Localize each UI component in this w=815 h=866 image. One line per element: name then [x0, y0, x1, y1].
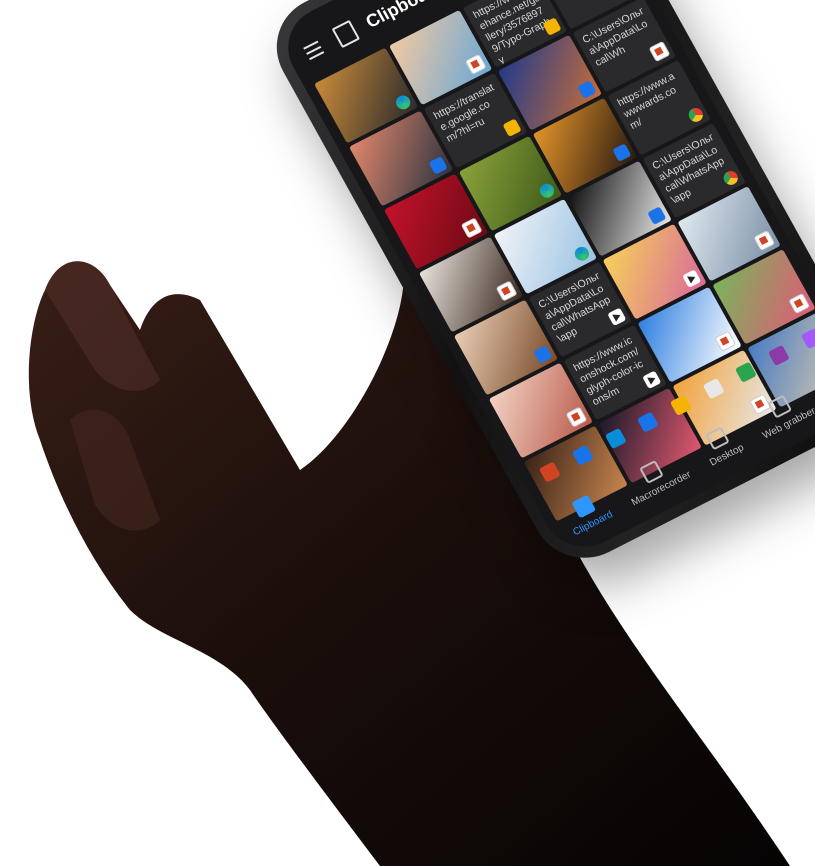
- chrome-icon[interactable]: [735, 361, 758, 383]
- ppt-icon: [565, 406, 588, 428]
- mail-icon: [611, 143, 632, 163]
- mail-icon: [428, 156, 448, 175]
- hamburger-icon[interactable]: [303, 40, 326, 61]
- chrome-icon: [686, 105, 706, 125]
- grid-icon: [705, 426, 730, 451]
- play-icon: [642, 370, 662, 390]
- edge-icon: [537, 181, 557, 201]
- play-icon: [607, 307, 627, 327]
- tab-web-grabber[interactable]: Web grabber: [750, 386, 815, 442]
- folder-icon[interactable]: [669, 394, 692, 417]
- store-icon[interactable]: [702, 378, 725, 400]
- clipboard-icon: [331, 19, 361, 49]
- mail-icon: [576, 80, 597, 100]
- mail-icon[interactable]: [571, 444, 594, 466]
- chrome-icon: [721, 168, 741, 188]
- folder-icon: [502, 118, 522, 138]
- stage: Clipboard ⋮ https://www.behance.net/gall…: [0, 0, 815, 866]
- edge-icon: [572, 244, 592, 264]
- ppt-icon: [788, 292, 811, 315]
- tab-desktop[interactable]: Desktop: [697, 422, 746, 469]
- ppt-icon: [713, 330, 736, 353]
- ppt-icon: [648, 40, 671, 63]
- edge-icon[interactable]: [604, 428, 627, 450]
- ppt-icon: [464, 53, 487, 75]
- edge-icon: [393, 93, 413, 112]
- figma-icon[interactable]: [800, 328, 815, 350]
- mail-icon: [532, 345, 553, 364]
- video-icon[interactable]: [767, 344, 790, 367]
- tab-clipboard[interactable]: Clipboard: [560, 489, 615, 538]
- mail-icon[interactable]: [637, 411, 660, 433]
- monitor-play-icon: [639, 459, 665, 484]
- powerpoint-icon[interactable]: [539, 461, 562, 483]
- ppt-icon: [495, 280, 518, 302]
- clipboard-icon: [571, 494, 596, 519]
- tab-macrorecorder[interactable]: Macrorecorder: [619, 449, 693, 508]
- ppt-icon: [753, 229, 776, 252]
- play-icon: [681, 269, 701, 289]
- ppt-icon: [460, 217, 483, 239]
- mail-icon: [646, 206, 666, 226]
- grid-icon: [767, 394, 793, 419]
